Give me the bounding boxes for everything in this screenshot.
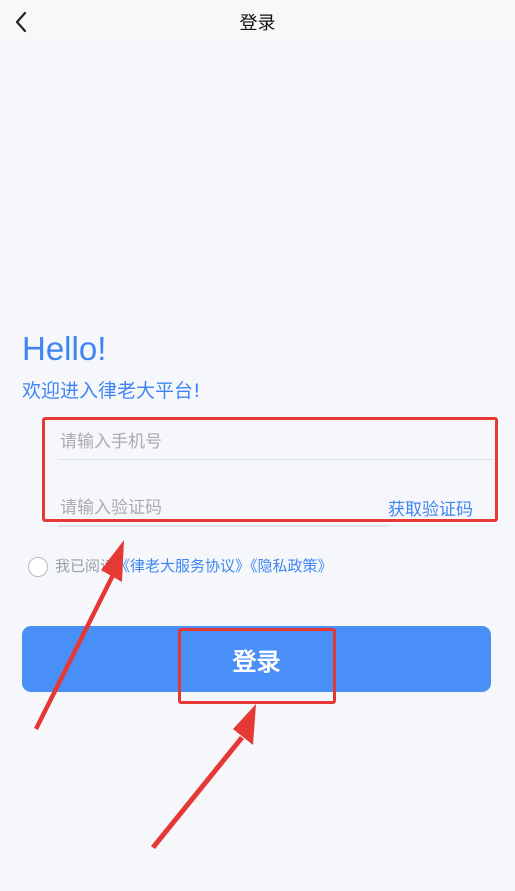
arrow-to-inputs	[34, 540, 124, 730]
arrow-to-login	[151, 704, 256, 849]
annotation-arrows	[34, 540, 256, 849]
